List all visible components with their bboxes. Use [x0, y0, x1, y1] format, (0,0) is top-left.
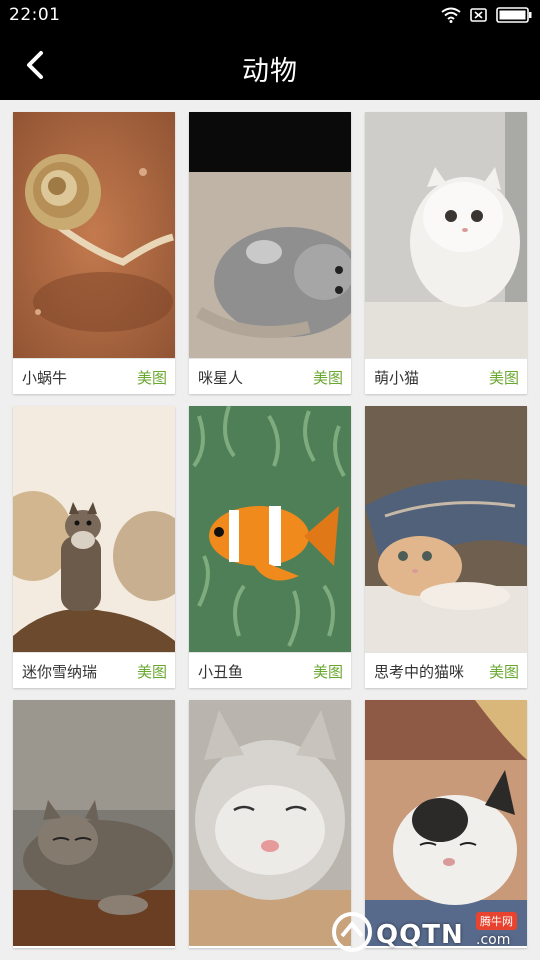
- watermark-badge: 腾牛网: [476, 912, 517, 930]
- card-tag[interactable]: 美图: [313, 661, 343, 682]
- image-card-clownfish[interactable]: 小丑鱼 美图: [189, 406, 351, 688]
- wifi-icon: [441, 7, 461, 23]
- card-tag[interactable]: 美图: [137, 367, 167, 388]
- image-card-white-kitten[interactable]: 萌小猫 美图: [365, 112, 527, 394]
- card-title: 小蜗牛: [22, 369, 68, 387]
- card-tag[interactable]: 美图: [489, 661, 519, 682]
- card-tag[interactable]: 美图: [137, 661, 167, 682]
- card-caption: 小丑鱼 美图: [189, 652, 351, 688]
- card-caption: 萌小猫 美图: [365, 358, 527, 394]
- site-watermark: QQTN 腾牛网 .com: [330, 908, 530, 956]
- card-tag[interactable]: 美图: [313, 367, 343, 388]
- sim-off-icon: [470, 8, 487, 22]
- card-title: 咪星人: [198, 369, 244, 387]
- card-title: 小丑鱼: [198, 663, 244, 681]
- image-card-kitten-lying[interactable]: 咪星人 美图: [189, 112, 351, 394]
- top-navigation-bar: 动物: [0, 30, 540, 100]
- image-card-snail[interactable]: 小蜗牛 美图: [13, 112, 175, 394]
- snail-photo[interactable]: [13, 112, 175, 358]
- white-kitten-photo[interactable]: [365, 112, 527, 358]
- schnauzer-photo[interactable]: [13, 406, 175, 652]
- image-card-sleeping-tabby[interactable]: [13, 700, 175, 948]
- status-icons: [441, 6, 532, 24]
- thinking-cat-photo[interactable]: [365, 406, 527, 652]
- sleeping-tabby-photo[interactable]: [13, 700, 175, 946]
- sleepy-kitten-photo[interactable]: [189, 700, 351, 946]
- card-caption: 迷你雪纳瑞 美图: [13, 652, 175, 688]
- status-time: 22:01: [9, 5, 61, 25]
- battery-icon: [496, 7, 532, 23]
- kitten-lying-photo[interactable]: [189, 112, 351, 358]
- card-caption: 咪星人 美图: [189, 358, 351, 394]
- clownfish-photo[interactable]: [189, 406, 351, 652]
- page-title: 动物: [242, 56, 298, 87]
- card-caption: 思考中的猫咪 美图: [365, 652, 527, 688]
- watermark-logo-icon: [332, 912, 372, 952]
- status-bar: 22:01: [0, 0, 540, 30]
- image-card-schnauzer[interactable]: 迷你雪纳瑞 美图: [13, 406, 175, 688]
- card-title: 迷你雪纳瑞: [22, 663, 98, 681]
- watermark-text: QQTN: [376, 920, 464, 950]
- card-title: 萌小猫: [374, 369, 420, 387]
- card-tag[interactable]: 美图: [489, 367, 519, 388]
- image-card-sleepy-kitten[interactable]: [189, 700, 351, 948]
- card-title: 思考中的猫咪: [374, 663, 465, 681]
- image-card-thinking-cat[interactable]: 思考中的猫咪 美图: [365, 406, 527, 688]
- card-caption: 小蜗牛 美图: [13, 358, 175, 394]
- watermark-suffix: .com: [476, 932, 511, 948]
